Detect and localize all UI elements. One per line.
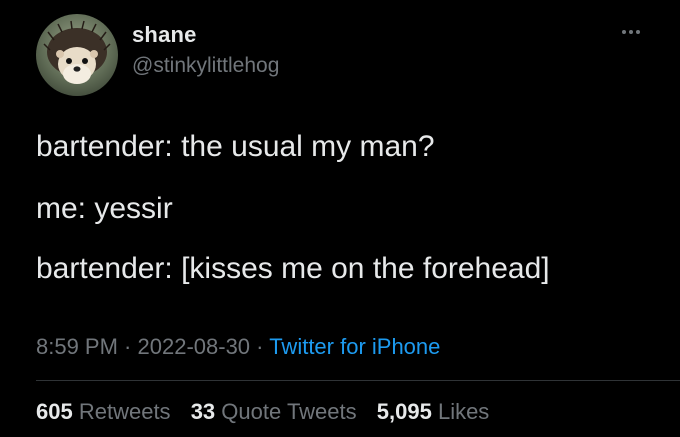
retweets-label: Retweets (78, 399, 171, 424)
hedgehog-icon (43, 20, 111, 84)
tweet-date[interactable]: 2022-08-30 (138, 334, 251, 359)
tweet-source-link[interactable]: Twitter for iPhone (269, 334, 440, 359)
author-name[interactable]: shane (132, 22, 197, 48)
tweet-metadata: 8:59 PM · 2022-08-30 · Twitter for iPhon… (36, 334, 440, 360)
separator: · (117, 334, 138, 359)
dot (636, 30, 640, 34)
dot (629, 30, 633, 34)
engagement-stats: 605 Retweets 33 Quote Tweets 5,095 Likes (36, 399, 503, 425)
avatar[interactable] (36, 14, 118, 96)
tweet-time[interactable]: 8:59 PM (36, 334, 118, 359)
tweet-line: bartender: the usual my man? (36, 130, 435, 163)
quotes-label: Quote Tweets (221, 399, 357, 424)
author-handle[interactable]: @stinkylittlehog (132, 54, 279, 78)
tweet-line: me: yessir (36, 192, 173, 225)
divider (36, 380, 680, 381)
tweet: shane @stinkylittlehog bartender: the us… (0, 0, 680, 437)
dot (622, 30, 626, 34)
likes-stat[interactable]: 5,095 Likes (377, 399, 490, 424)
separator: · (250, 334, 270, 359)
more-options-icon[interactable] (616, 20, 646, 44)
quote-tweets-stat[interactable]: 33 Quote Tweets (191, 399, 357, 424)
retweets-stat[interactable]: 605 Retweets (36, 399, 171, 424)
likes-count: 5,095 (376, 399, 432, 424)
tweet-line: bartender: [kisses me on the forehead] (36, 252, 550, 285)
likes-label: Likes (437, 399, 490, 424)
retweets-count: 605 (36, 399, 73, 424)
quotes-count: 33 (190, 399, 216, 424)
